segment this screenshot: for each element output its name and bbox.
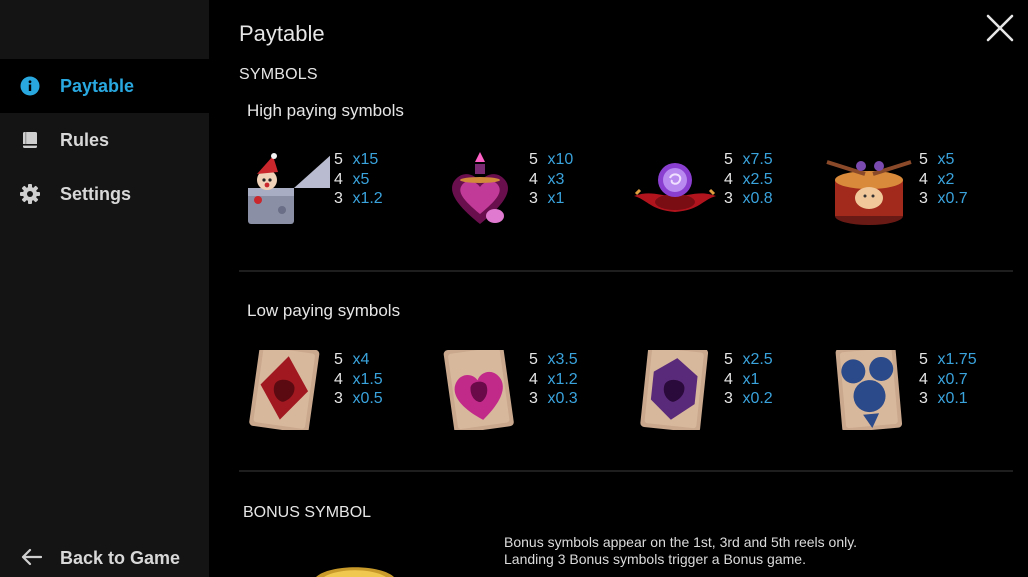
section-heading-symbols: SYMBOLS xyxy=(239,66,318,83)
payout-row: 5 x2.5 xyxy=(724,351,773,368)
payout-list: 5 x2.5 4 x1 3 x0.2 xyxy=(724,350,773,409)
info-icon xyxy=(20,76,40,96)
low-paying-heading: Low paying symbols xyxy=(247,301,401,320)
blue-card-symbol-image xyxy=(835,350,903,430)
payout-row: 5 x5 xyxy=(919,151,955,168)
payout-row: 5 x1.75 xyxy=(919,351,977,368)
bonus-symbol-heading: BONUS SYMBOL xyxy=(243,504,372,521)
sidebar-item-paytable[interactable]: Paytable xyxy=(0,59,209,113)
bonus-symbol-image xyxy=(316,567,394,577)
payout-row: 4 x1 xyxy=(724,370,760,388)
section-divider xyxy=(239,470,1013,472)
symbol-blue-card: 5 x1.75 4 x0.7 3 x0.1 xyxy=(825,350,1020,430)
sidebar: Paytable Rules Settings Back to Game xyxy=(0,0,209,577)
bonus-description-line: Landing 3 Bonus symbols trigger a Bonus … xyxy=(504,551,806,567)
payout-row: 3 x0.1 xyxy=(919,390,968,407)
payout-list: 5 x3.5 4 x1.2 3 x0.3 xyxy=(529,350,578,409)
sidebar-item-rules[interactable]: Rules xyxy=(0,113,209,167)
jack-in-the-box-symbol-image xyxy=(248,153,330,224)
payout-list: 5 x4 4 x1.5 3 x0.5 xyxy=(334,350,383,409)
payout-row: 3 x1.2 xyxy=(334,190,383,207)
payout-row: 3 x0.8 xyxy=(724,190,773,207)
high-paying-heading: High paying symbols xyxy=(247,101,404,120)
payout-list: 5 x7.5 4 x2.5 3 x0.8 xyxy=(724,150,773,209)
payout-row: 3 x0.7 xyxy=(919,190,968,207)
drum-symbol-image xyxy=(826,160,912,225)
payout-row: 4 x0.7 xyxy=(919,370,968,388)
pink-card-symbol-image xyxy=(443,350,514,430)
payout-row: 5 x10 xyxy=(529,151,574,168)
payout-row: 3 x0.5 xyxy=(334,390,383,407)
payout-row: 5 x3.5 xyxy=(529,351,578,368)
payout-row: 4 x5 xyxy=(334,170,370,188)
sidebar-item-label: Paytable xyxy=(60,75,135,96)
payout-row: 4 x3 xyxy=(529,170,565,188)
payout-row: 3 x1 xyxy=(529,190,565,207)
heart-potion-symbol-image xyxy=(452,152,508,224)
close-icon[interactable] xyxy=(986,14,1014,42)
payout-row: 5 x7.5 xyxy=(724,151,773,168)
bonus-description-line: Bonus symbols appear on the 1st, 3rd and… xyxy=(504,534,858,550)
payout-row: 5 x15 xyxy=(334,151,379,168)
gear-icon xyxy=(20,184,40,204)
payout-row: 4 x1.2 xyxy=(529,370,578,388)
sidebar-item-label: Settings xyxy=(60,183,132,204)
symbol-heart-potion: 5 x10 4 x3 3 x1 xyxy=(435,150,630,230)
book-icon xyxy=(20,130,40,150)
red-card-symbol-image xyxy=(249,350,320,430)
purple-card-symbol-image xyxy=(640,350,709,430)
payout-list: 5 x10 4 x3 3 x1 xyxy=(529,150,573,209)
payout-row: 3 x0.2 xyxy=(724,390,773,407)
symbol-drum: 5 x5 4 x2 3 x0.7 xyxy=(825,150,1020,230)
crystal-ball-symbol-image xyxy=(634,163,716,212)
payout-row: 4 x2 xyxy=(919,170,955,188)
payout-row: 3 x0.3 xyxy=(529,390,578,407)
page-title: Paytable xyxy=(239,21,325,46)
payout-list: 5 x1.75 4 x0.7 3 x0.1 xyxy=(919,350,977,409)
payout-list: 5 x15 4 x5 3 x1.2 xyxy=(334,150,383,209)
payout-list: 5 x5 4 x2 3 x0.7 xyxy=(919,150,968,209)
arrow-left-icon xyxy=(20,548,43,571)
section-divider xyxy=(239,270,1013,272)
payout-row: 5 x4 xyxy=(334,351,370,368)
bonus-description: Bonus symbols appear on the 1st, 3rd and… xyxy=(504,534,857,568)
symbol-jack-in-the-box: 5 x15 4 x5 3 x1.2 xyxy=(240,150,435,230)
back-to-game-label: Back to Game xyxy=(60,548,181,568)
payout-row: 4 x2.5 xyxy=(724,170,773,188)
symbol-purple-card: 5 x2.5 4 x1 3 x0.2 xyxy=(630,350,825,430)
back-to-game-button[interactable]: Back to Game xyxy=(0,533,209,577)
sidebar-item-settings[interactable]: Settings xyxy=(0,167,209,221)
symbol-crystal-ball: 5 x7.5 4 x2.5 3 x0.8 xyxy=(630,150,825,230)
payout-row: 4 x1.5 xyxy=(334,370,383,388)
sidebar-item-label: Rules xyxy=(60,129,110,150)
symbol-red-card: 5 x4 4 x1.5 3 x0.5 xyxy=(240,350,435,430)
symbol-pink-card: 5 x3.5 4 x1.2 3 x0.3 xyxy=(435,350,630,430)
